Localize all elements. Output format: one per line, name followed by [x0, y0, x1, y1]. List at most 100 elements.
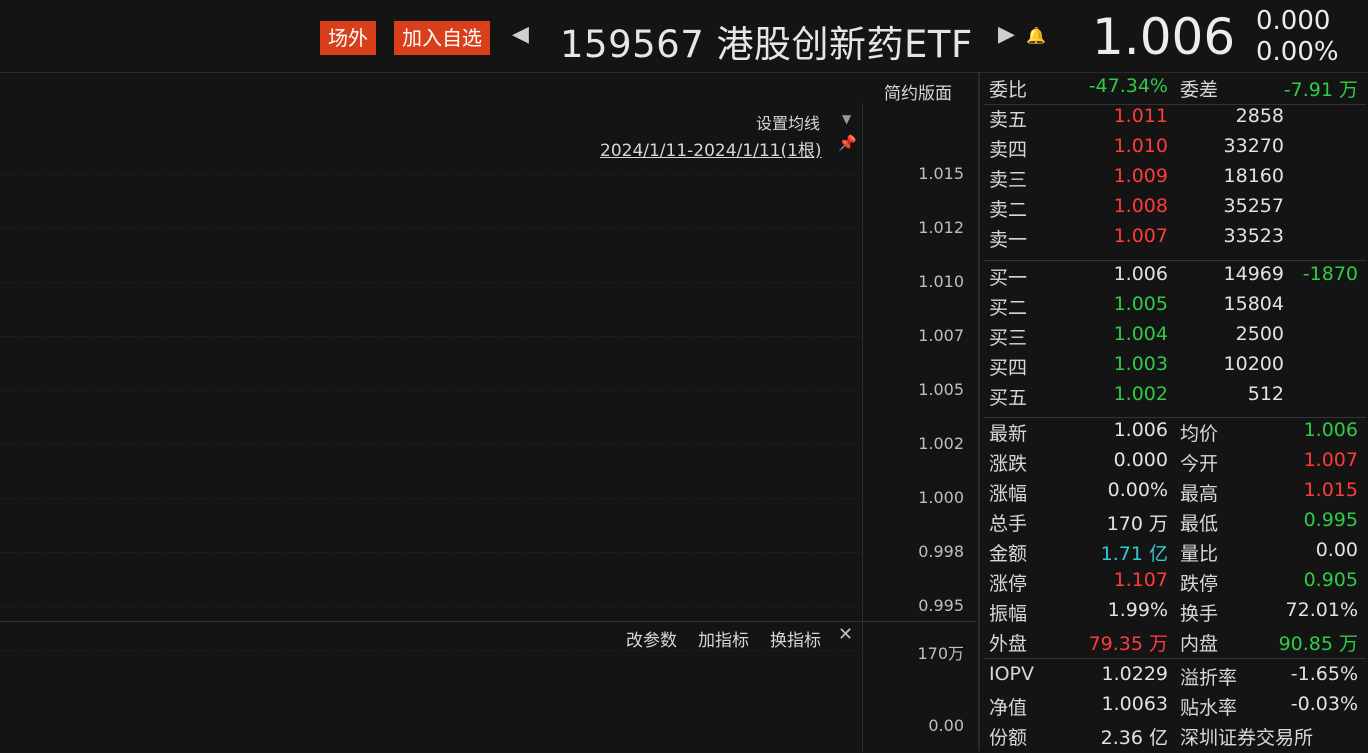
- price-tick: 0.995: [918, 596, 964, 615]
- ask-row: 卖五 1.011 2858: [980, 105, 1368, 135]
- triangle-right-icon[interactable]: ▶: [998, 22, 1015, 47]
- bid-row: 买五 1.002 512: [980, 383, 1368, 413]
- bid-qty: 512: [1247, 383, 1284, 405]
- ask-level-label: 卖五: [989, 109, 1028, 131]
- stat-label: 最高: [1180, 483, 1219, 505]
- ask-qty: 33523: [1223, 225, 1284, 247]
- ask-price: 1.010: [1113, 135, 1168, 157]
- triangle-left-icon[interactable]: ◀: [512, 22, 529, 47]
- bid-row: 买三 1.004 2500: [980, 323, 1368, 353]
- last-price: 1.006: [1092, 8, 1236, 66]
- bell-icon[interactable]: 🔔: [1026, 26, 1046, 45]
- stat-value: 1.006: [1303, 419, 1358, 441]
- stat-label: 量比: [1180, 543, 1219, 565]
- price-tick: 1.002: [918, 434, 964, 453]
- fund-label: 溢折率: [1180, 667, 1238, 689]
- chart-grid: [0, 103, 976, 751]
- stat-row: 涨跌 0.000 今开 1.007: [980, 449, 1368, 479]
- stat-value: 1.006: [1113, 419, 1168, 441]
- stat-label: 总手: [989, 513, 1028, 535]
- price-tick: 1.005: [918, 380, 964, 399]
- fund-row: IOPV 1.0229 溢折率 -1.65%: [980, 663, 1368, 693]
- ask-level-label: 卖四: [989, 139, 1028, 161]
- fund-label: 深圳证券交易所: [1180, 727, 1314, 749]
- ask-price: 1.007: [1113, 225, 1168, 247]
- simple-layout-link[interactable]: 简约版面: [884, 79, 952, 104]
- stat-value: 1.71 亿: [1100, 543, 1168, 565]
- stat-row: 涨停 1.107 跌停 0.905: [980, 569, 1368, 599]
- price-tick: 1.012: [918, 218, 964, 237]
- committee-diff-label: 委差: [1180, 79, 1219, 101]
- ask-qty: 18160: [1223, 165, 1284, 187]
- divider: [984, 260, 1366, 261]
- price-tick: 1.015: [918, 164, 964, 183]
- quote-panel: 委比 -47.34% 委差 -7.91 万 卖五 1.011 2858 卖四 1.010…: [978, 73, 1368, 751]
- divider: [984, 658, 1366, 659]
- stat-label: 今开: [1180, 453, 1219, 475]
- bid-qty: 2500: [1235, 323, 1284, 345]
- bid-level-label: 买三: [989, 327, 1028, 349]
- stat-row: 振幅 1.99% 换手 72.01%: [980, 599, 1368, 629]
- stat-label: 跌停: [1180, 573, 1219, 595]
- stat-value: 0.995: [1303, 509, 1358, 531]
- bid-price: 1.006: [1113, 263, 1168, 285]
- price-tick: 0.998: [918, 542, 964, 561]
- fund-label: 份额: [989, 727, 1028, 749]
- fund-row: 净值 1.0063 贴水率 -0.03%: [980, 693, 1368, 723]
- stat-row: 外盘 79.35 万内盘 90.85 万: [980, 629, 1368, 659]
- ask-price: 1.009: [1113, 165, 1168, 187]
- pin-icon[interactable]: 📌: [838, 134, 857, 152]
- ask-qty: 35257: [1223, 195, 1284, 217]
- price-tick: 1.007: [918, 326, 964, 345]
- fund-value: 1.0063: [1101, 693, 1168, 715]
- committee-row: 委比 -47.34% 委差 -7.91 万: [980, 75, 1368, 105]
- divider: [984, 417, 1366, 418]
- stat-value: 72.01%: [1285, 599, 1358, 621]
- fund-value: -1.65%: [1290, 663, 1358, 685]
- chart-area[interactable]: [0, 73, 976, 751]
- ask-qty: 33270: [1223, 135, 1284, 157]
- stat-label: 内盘: [1180, 633, 1219, 655]
- bid-row: 买二 1.005 15804: [980, 293, 1368, 323]
- bid-price: 1.004: [1113, 323, 1168, 345]
- price-tick: 1.000: [918, 488, 964, 507]
- stat-value: 0.00: [1315, 539, 1358, 561]
- offsite-tag[interactable]: 场外: [320, 21, 376, 55]
- ask-row: 卖四 1.010 33270: [980, 135, 1368, 165]
- edit-params-button[interactable]: 改参数: [626, 626, 677, 651]
- stat-value: 170 万: [1106, 513, 1168, 535]
- bid-price: 1.002: [1113, 383, 1168, 405]
- change-percent: 0.00%: [1256, 37, 1339, 67]
- stat-value: 1.007: [1303, 449, 1358, 471]
- stat-label: 最新: [989, 423, 1028, 445]
- stat-label: 涨幅: [989, 483, 1028, 505]
- stat-label: 均价: [1180, 423, 1219, 445]
- stat-label: 最低: [1180, 513, 1219, 535]
- committee-diff-value: -7.91 万: [1283, 79, 1358, 101]
- set-ma-button[interactable]: 设置均线: [756, 110, 820, 134]
- volume-tick: 0.00: [928, 716, 964, 735]
- stat-row: 最新 1.006 均价 1.006: [980, 419, 1368, 449]
- close-icon[interactable]: ✕: [838, 624, 853, 645]
- bid-level-label: 买五: [989, 387, 1028, 409]
- stat-value: 1.99%: [1107, 599, 1168, 621]
- stat-value: 90.85 万: [1278, 633, 1358, 655]
- add-indicator-button[interactable]: 加指标: [698, 626, 749, 651]
- bid-level-label: 买一: [989, 267, 1028, 289]
- switch-indicator-button[interactable]: 换指标: [770, 626, 821, 651]
- bid-level-label: 买四: [989, 357, 1028, 379]
- stat-row: 涨幅 0.00% 最高 1.015: [980, 479, 1368, 509]
- add-watchlist-button[interactable]: 加入自选: [394, 21, 490, 55]
- fund-value: 2.36 亿: [1100, 727, 1168, 749]
- ask-row: 卖三 1.009 18160: [980, 165, 1368, 195]
- fund-value: 1.0229: [1101, 663, 1168, 685]
- stat-label: 涨停: [989, 573, 1028, 595]
- caret-down-icon[interactable]: ▼: [842, 112, 851, 126]
- ask-row: 卖一 1.007 33523: [980, 225, 1368, 255]
- fund-label: 净值: [989, 697, 1028, 719]
- ask-price: 1.008: [1113, 195, 1168, 217]
- bid-qty: 15804: [1223, 293, 1284, 315]
- date-range-link[interactable]: 2024/1/11-2024/1/11(1根): [600, 136, 822, 161]
- stat-label: 振幅: [989, 603, 1028, 625]
- committee-ratio-value: -47.34%: [1088, 75, 1168, 97]
